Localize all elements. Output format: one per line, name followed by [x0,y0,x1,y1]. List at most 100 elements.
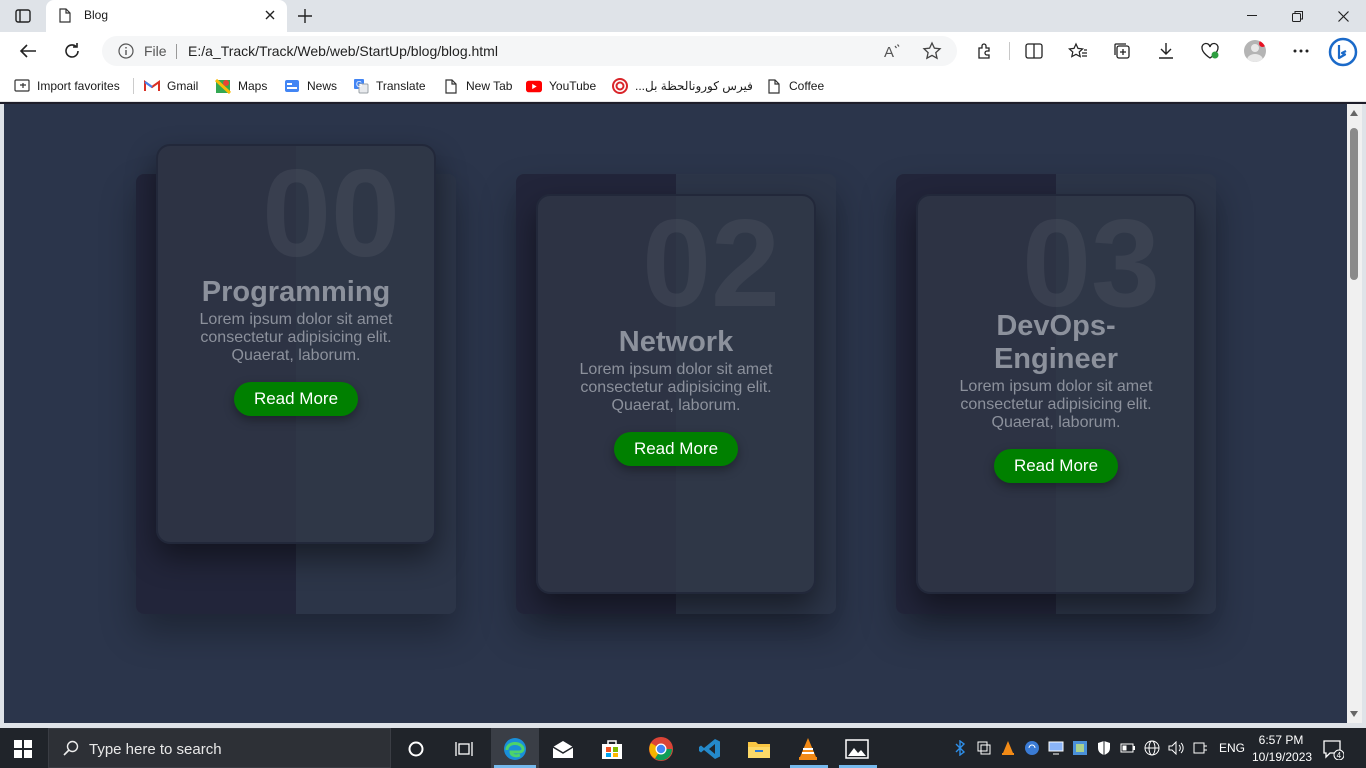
address-bar[interactable]: File E:/a_Track/Track/Web/web/StartUp/bl… [102,36,957,66]
favorite-import[interactable]: Import favorites [14,78,120,94]
clock-time: 6:57 PM [1258,733,1304,747]
info-icon[interactable] [118,43,134,64]
taskbar: Type here to search [0,728,1366,768]
battery-icon[interactable] [1120,740,1136,756]
card-title: Network [618,326,734,358]
close-window-icon[interactable] [1328,4,1358,28]
sync-icon[interactable] [1024,740,1040,756]
page-content: 00 Programming Lorem ipsum dolor sit ame… [4,104,1347,723]
browser-toolbar: File E:/a_Track/Track/Web/web/StartUp/bl… [0,32,1366,70]
blog-card-programming: 00 Programming Lorem ipsum dolor sit ame… [156,144,436,544]
downloads-icon[interactable] [1153,39,1179,63]
bing-copilot-icon[interactable] [1328,37,1358,67]
restore-icon[interactable] [1282,4,1312,28]
tab-strip: Blog [0,0,1366,32]
tab-blog[interactable]: Blog [46,0,287,32]
favorite-coffee[interactable]: Coffee [766,78,824,94]
favorite-gmail[interactable]: Gmail [144,78,198,94]
card-title: DevOps-Engineer [993,310,1119,375]
scroll-thumb[interactable] [1350,128,1358,280]
favorite-news[interactable]: News [284,78,337,94]
window-border-right [1362,104,1366,723]
globe-icon[interactable] [1144,740,1160,756]
monitor-icon[interactable] [1048,740,1064,756]
favorite-label: YouTube [549,79,597,93]
maps-icon [215,78,231,94]
toolbar-divider [1009,42,1010,60]
address-scheme: File [144,43,167,59]
volume-icon[interactable] [1168,740,1184,756]
translate-icon: G [353,78,369,94]
favorite-translate[interactable]: G Translate [353,78,426,94]
blog-card-devops: 03 DevOps-Engineer Lorem ipsum dolor sit… [916,194,1196,594]
task-view-icon[interactable] [445,734,483,764]
mail-icon[interactable] [544,734,582,764]
favorite-youtube[interactable]: YouTube [526,78,596,94]
taskbar-search-box[interactable]: Type here to search [48,728,391,768]
clock-date: 10/19/2023 [1252,750,1313,764]
close-tab-icon[interactable] [261,6,279,24]
svg-text:A: A [884,44,894,60]
vscode-icon[interactable] [691,734,729,764]
network-settings-icon[interactable] [1072,740,1088,756]
new-tab-icon[interactable] [294,6,316,26]
security-shield-icon[interactable] [1096,740,1112,756]
tab-actions-icon[interactable] [12,7,34,25]
ime-icon[interactable] [1192,740,1208,756]
extensions-icon[interactable] [972,39,998,63]
card-description: Lorem ipsum dolor sit amet consectetur a… [959,378,1153,431]
favorite-star-icon[interactable] [922,41,942,66]
notification-dot [1259,40,1266,47]
more-options-icon[interactable] [1288,39,1314,63]
card-number: 02 [642,195,780,333]
taskbar-clock[interactable]: 6:57 PM 10/19/2023 [1252,732,1313,766]
collections-icon[interactable] [1109,39,1135,63]
card-number: 03 [1022,195,1160,333]
performance-icon[interactable] [1197,39,1223,63]
address-url[interactable]: E:/a_Track/Track/Web/web/StartUp/blog/bl… [188,43,498,59]
page-icon [59,8,71,28]
notification-center-icon[interactable]: 4 [1322,738,1345,765]
profile-avatar[interactable] [1244,40,1266,62]
search-icon [63,740,79,761]
address-divider [176,44,177,59]
card-description: Lorem ipsum dolor sit amet consectetur a… [199,311,393,364]
search-placeholder: Type here to search [89,741,222,758]
tab-title: Blog [84,8,109,22]
page-icon [443,78,459,94]
news-icon [284,78,300,94]
read-more-button[interactable]: Read More [233,382,359,416]
copy-icon[interactable] [976,740,992,756]
cortana-icon[interactable] [397,734,435,764]
favorite-maps[interactable]: Maps [215,78,267,94]
windows-start-icon[interactable] [14,740,32,758]
vertical-scrollbar[interactable] [1347,104,1362,723]
split-screen-icon[interactable] [1021,39,1047,63]
scroll-down-icon[interactable] [1350,711,1358,717]
store-icon[interactable] [593,734,631,764]
file-explorer-icon[interactable] [740,734,778,764]
target-icon [612,78,628,94]
photos-icon[interactable] [838,734,876,764]
read-aloud-icon[interactable]: A [883,42,901,65]
favorite-new-tab[interactable]: New Tab [443,78,512,94]
back-icon[interactable] [15,39,41,63]
bluetooth-icon[interactable] [952,740,968,756]
favorite-label: Coffee [789,79,825,93]
vlc-tray-icon[interactable] [1000,740,1016,756]
read-more-button[interactable]: Read More [613,432,739,466]
refresh-icon[interactable] [59,39,85,63]
language-indicator[interactable]: ENG [1219,741,1245,755]
gmail-icon [144,78,160,94]
favorite-corona[interactable]: ...فيرس كورونالحظة بل [612,78,753,94]
favorite-label: ...فيرس كورونالحظة بل [635,79,753,93]
favorites-icon[interactable] [1065,39,1091,63]
chrome-icon[interactable] [642,734,680,764]
read-more-button[interactable]: Read More [993,449,1119,483]
card-number: 00 [262,145,400,283]
card-title: Programming [201,276,391,308]
edge-icon[interactable] [496,734,534,764]
minimize-icon[interactable] [1237,4,1267,28]
vlc-icon[interactable] [789,734,827,764]
scroll-up-icon[interactable] [1350,110,1358,116]
